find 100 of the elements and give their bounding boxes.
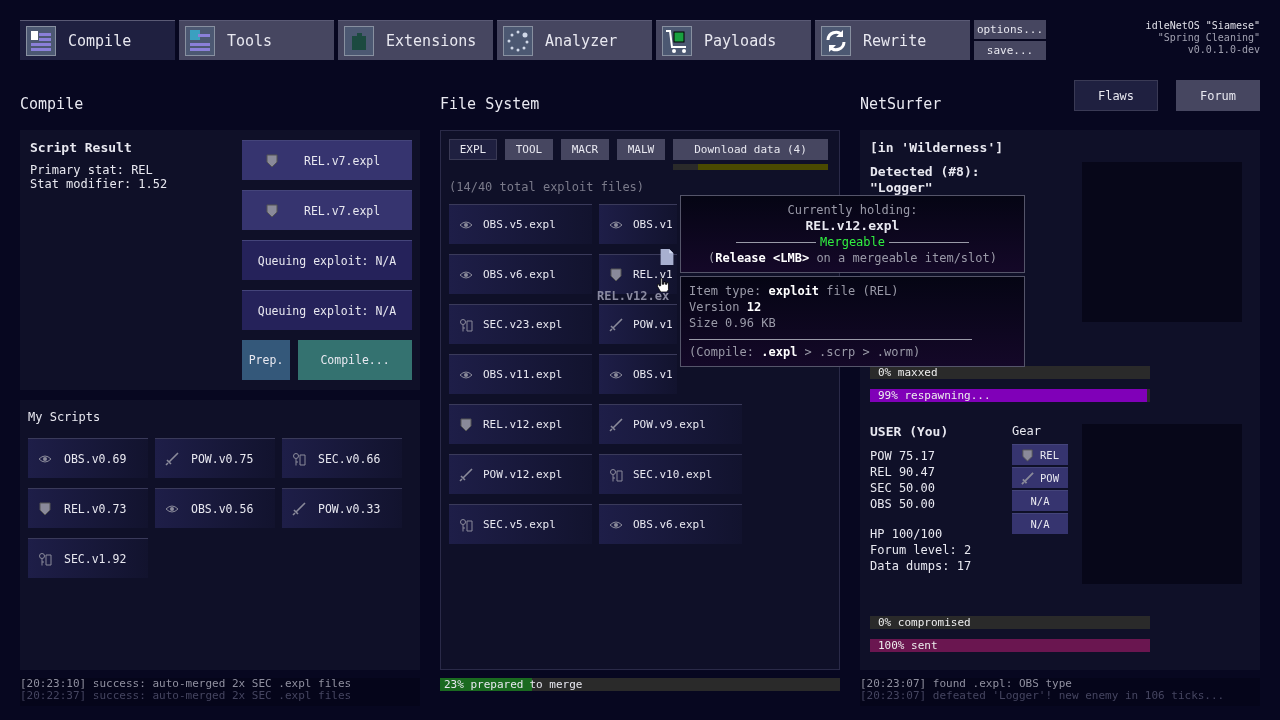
refresh-icon	[821, 25, 851, 56]
sword-icon	[609, 417, 623, 432]
detail-line: Version 12	[689, 299, 763, 315]
netsurfer-tab[interactable]: Forum	[1176, 80, 1260, 111]
section-title: NetSurfer	[860, 95, 942, 113]
log-line: [20:23:07] found .expl: OBS type	[860, 678, 1073, 690]
filter-tab[interactable]: EXPL	[449, 139, 497, 160]
file-item[interactable]: OBS.v1	[599, 354, 677, 394]
exploit-slot[interactable]: REL.v7.expl	[242, 140, 412, 180]
sword-icon	[1021, 471, 1034, 485]
section-title: Compile	[20, 95, 84, 113]
sword-icon	[459, 467, 473, 482]
key-icon	[459, 317, 473, 332]
menu-button[interactable]: save...	[974, 41, 1046, 60]
file-item[interactable]: POW.v1	[599, 304, 677, 344]
info-line: HP 100/100	[870, 526, 944, 542]
exploit-slot[interactable]: Queuing exploit: N/A	[242, 240, 412, 280]
sword-icon	[609, 317, 623, 332]
status-bar: 0% maxxed	[870, 366, 1150, 379]
file-item[interactable]: OBS.v6.expl	[449, 254, 592, 294]
file-item[interactable]: SEC.v10.expl	[599, 454, 742, 494]
file-item[interactable]: OBS.v5.expl	[449, 204, 592, 244]
key-icon	[38, 551, 52, 566]
nav-tab[interactable]: Rewrite	[815, 20, 970, 60]
prep-button[interactable]: Prep.	[242, 340, 290, 380]
script-item[interactable]: OBS.v0.69	[28, 438, 148, 478]
key-icon	[459, 517, 473, 532]
shield-icon	[266, 153, 278, 168]
filter-tab[interactable]: MACR	[561, 139, 609, 160]
file-item[interactable]: OBS.v6.expl	[599, 504, 742, 544]
sword-icon	[292, 501, 306, 516]
netsurfer-tab[interactable]: Flaws	[1074, 80, 1158, 111]
gear-title: Gear	[1012, 424, 1042, 438]
tooltip-hint: (Release <LMB> on a mergeable item/slot)	[708, 250, 997, 266]
script-item[interactable]: SEC.v1.92	[28, 538, 148, 578]
script-item[interactable]: OBS.v0.56	[155, 488, 275, 528]
key-icon	[292, 451, 306, 466]
stat-line: Primary stat: REL	[30, 163, 154, 177]
detail-line: Item type: exploit file (REL)	[689, 283, 900, 299]
file-item[interactable]: REL.v12.expl	[449, 404, 592, 444]
stat-line: POW 75.17	[870, 448, 937, 464]
download-button[interactable]: Download data (4)	[673, 139, 828, 160]
shield-icon	[1021, 448, 1034, 462]
section-title: File System	[440, 95, 540, 113]
menu-button[interactable]: options...	[974, 20, 1046, 39]
exploit-slot[interactable]: Queuing exploit: N/A	[242, 290, 412, 330]
nav-tab[interactable]: Tools	[179, 20, 334, 60]
detail-line: Size 0.96 KB	[689, 315, 777, 331]
file-item[interactable]: SEC.v5.expl	[449, 504, 592, 544]
merge-status: Mergeable	[820, 234, 885, 250]
file-item[interactable]: POW.v9.expl	[599, 404, 742, 444]
scroll-icon	[185, 25, 215, 56]
file-item[interactable]: POW.v12.expl	[449, 454, 592, 494]
shield-icon	[266, 203, 278, 218]
gear-slot[interactable]: N/A	[1012, 513, 1068, 534]
nav-tab[interactable]: Extensions	[338, 20, 493, 60]
shield-icon	[38, 501, 52, 516]
version-number: v0.0.1.0-dev	[1187, 44, 1260, 56]
exploit-slot[interactable]: REL.v7.expl	[242, 190, 412, 230]
enemy-name: "Logger"	[870, 180, 934, 196]
nav-tab[interactable]: Compile	[20, 20, 175, 60]
stat-line: Stat modifier: 1.52	[30, 177, 168, 191]
compile-button[interactable]: Compile...	[298, 340, 412, 380]
stat-line: REL 90.47	[870, 464, 937, 480]
script-item[interactable]: POW.v0.75	[155, 438, 275, 478]
location-label: [in 'Wilderness']	[870, 140, 1004, 156]
script-item[interactable]: POW.v0.33	[282, 488, 402, 528]
panel-title: Script Result	[30, 140, 133, 155]
gear-slot[interactable]: REL	[1012, 444, 1068, 465]
merge-label: 23% prepared	[443, 678, 524, 691]
user-title: USER (You)	[870, 424, 950, 440]
shield-icon	[609, 267, 623, 282]
spinner-icon	[503, 25, 533, 56]
hand-cursor-icon	[656, 278, 670, 292]
log-line: [20:22:37] success: auto-merged 2x SEC .expl files	[20, 690, 353, 702]
log-line: [20:23:10] success: auto-merged 2x SEC .expl files	[20, 678, 353, 690]
filter-tab[interactable]: MALW	[617, 139, 665, 160]
gear-slot[interactable]: POW	[1012, 467, 1068, 488]
script-item[interactable]: REL.v0.73	[28, 488, 148, 528]
script-item[interactable]: SEC.v0.66	[282, 438, 402, 478]
app-name: idleNetOS "Siamese"	[1145, 20, 1260, 32]
compile-chain: (Compile: .expl > .scrp > .worm)	[689, 344, 922, 360]
detected-label: Detected (#8):	[870, 164, 981, 180]
file-item[interactable]: OBS.v1	[599, 204, 677, 244]
file-count: (14/40 total exploit files)	[449, 180, 646, 194]
panel-title: My Scripts	[28, 410, 101, 424]
log-line: [20:23:07] defeated 'Logger'! new enemy in 106 ticks...	[860, 690, 1226, 702]
gear-slot[interactable]: N/A	[1012, 490, 1068, 511]
file-item[interactable]: OBS.v11.expl	[449, 354, 592, 394]
key-icon	[609, 467, 623, 482]
nav-tab[interactable]: Payloads	[656, 20, 811, 60]
tooltip-heading: Currently holding:	[787, 202, 918, 218]
nav-tab[interactable]: Analyzer	[497, 20, 652, 60]
stat-line: OBS 50.00	[870, 496, 937, 512]
info-line: Data dumps: 17	[870, 558, 972, 574]
sword-icon	[165, 451, 179, 466]
filter-tab[interactable]: TOOL	[505, 139, 553, 160]
file-item[interactable]: SEC.v23.expl	[449, 304, 592, 344]
status-bar: 0% compromised	[870, 616, 1150, 629]
status-bar: 100% sent	[870, 639, 1150, 652]
